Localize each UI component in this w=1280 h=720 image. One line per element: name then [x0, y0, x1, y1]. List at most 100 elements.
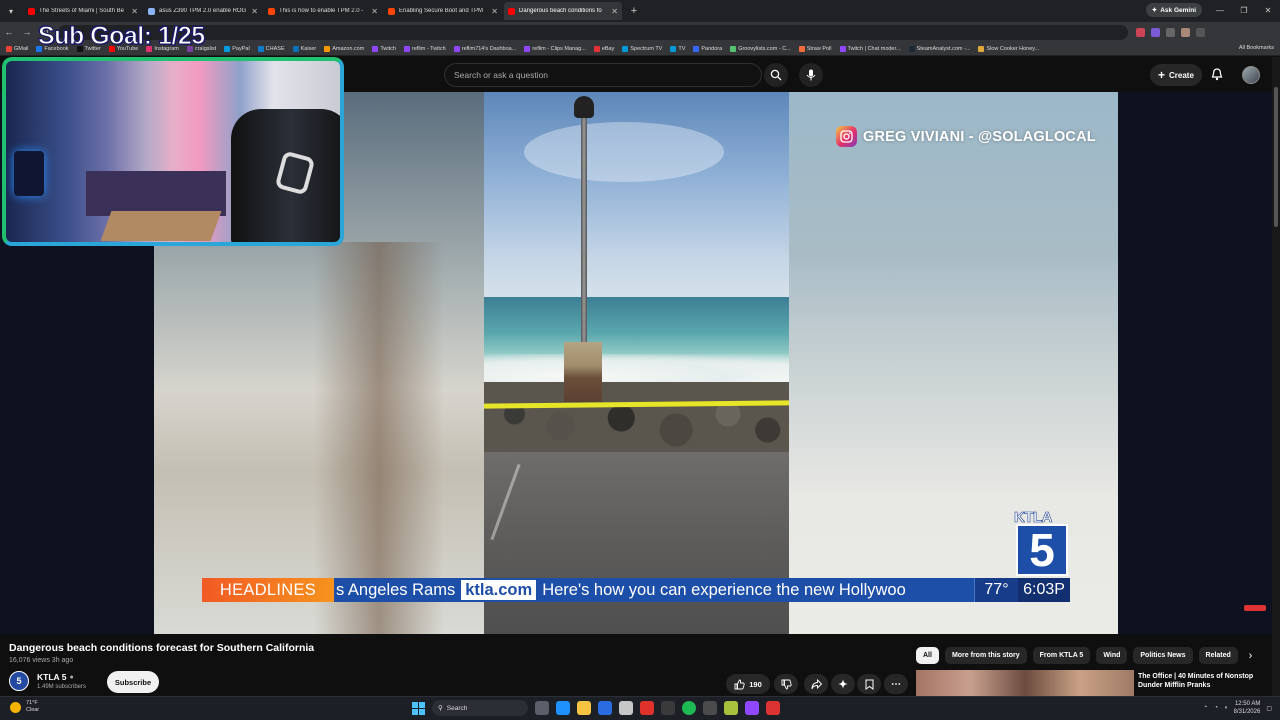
app-icon[interactable] — [703, 701, 717, 715]
taskbar-search[interactable]: ⚲ Search — [432, 700, 528, 716]
task-view-icon[interactable] — [535, 701, 549, 715]
bookmark-item[interactable]: Straw Poll — [798, 45, 832, 52]
subscribe-button[interactable]: Subscribe — [107, 671, 159, 693]
tab-close-icon[interactable]: ✕ — [491, 7, 498, 16]
app-icon[interactable] — [724, 701, 738, 715]
like-button[interactable]: 190 — [726, 674, 770, 694]
recommended-thumbnail[interactable] — [916, 670, 1134, 696]
bookmark-item[interactable]: TV — [670, 45, 685, 52]
bookmark-item[interactable]: CHASE — [257, 45, 285, 52]
share-button[interactable] — [804, 674, 828, 694]
filter-chip[interactable]: Related — [1198, 647, 1238, 664]
ask-ai-button[interactable]: ✦ — [831, 674, 855, 694]
chrome-icon[interactable] — [598, 701, 612, 715]
profile-icon[interactable] — [1181, 27, 1190, 37]
tab-close-icon[interactable]: ✕ — [251, 7, 258, 16]
recommended-title[interactable]: The Office | 40 Minutes of Nonstop Dunde… — [1138, 672, 1273, 690]
scrollbar-thumb[interactable] — [1274, 87, 1278, 227]
new-tab-button[interactable]: + — [626, 3, 642, 19]
create-button[interactable]: + Create — [1150, 64, 1202, 86]
app-icon[interactable] — [661, 701, 675, 715]
start-icon[interactable] — [412, 701, 425, 715]
channel-avatar[interactable]: 5 — [9, 671, 29, 691]
filter-chip[interactable]: Wind — [1096, 647, 1128, 664]
browser-tab[interactable]: The Streets of Miami | South Be ✕ — [24, 2, 142, 20]
dislike-button[interactable] — [774, 674, 798, 694]
tab-close-icon[interactable]: ✕ — [611, 7, 618, 16]
bookmark-item[interactable]: Slow Cooker Honey... — [978, 45, 1039, 52]
tab-close-icon[interactable]: ✕ — [131, 7, 138, 16]
wifi-icon[interactable]: ◔ — [1214, 705, 1218, 711]
bookmark-item[interactable]: Spectrum TV — [622, 45, 663, 52]
tab-search-icon[interactable]: ▾ — [0, 0, 22, 22]
bookmark-item[interactable]: eBay — [593, 45, 614, 52]
page-scrollbar[interactable] — [1272, 57, 1280, 696]
browser-tab[interactable]: Dangerous beach conditions fo ✕ — [504, 2, 622, 20]
spotify-icon[interactable] — [682, 701, 696, 715]
search-icon[interactable] — [764, 63, 788, 87]
all-bookmarks[interactable]: All Bookmarks — [1239, 45, 1274, 51]
minimize-icon[interactable]: — — [1208, 0, 1232, 22]
user-avatar[interactable] — [1242, 66, 1260, 84]
bookmark-item[interactable]: Pandora — [693, 45, 722, 52]
filter-chip[interactable]: From KTLA 5 — [1032, 647, 1091, 664]
video-center-footage — [483, 92, 790, 634]
filter-chip[interactable]: Politics News — [1133, 647, 1193, 664]
edge-icon[interactable] — [556, 701, 570, 715]
clock[interactable]: 12:50 AM 8/31/2026 — [1234, 700, 1261, 716]
close-icon[interactable]: ✕ — [1256, 0, 1280, 22]
weather-temp: 71°F — [26, 700, 38, 706]
channel-name[interactable]: KTLA 5 ● — [37, 672, 74, 682]
bookmark-label: PayPal — [232, 45, 250, 52]
bookmark-item[interactable]: GMail — [6, 45, 28, 52]
file-explorer-icon[interactable] — [577, 701, 591, 715]
bookmark-label: Spectrum TV — [630, 45, 663, 52]
bookmark-item[interactable]: Groovylists.com - C... — [730, 45, 791, 52]
ask-gemini-button[interactable]: ✦ Ask Gemini — [1145, 3, 1202, 17]
ktla-logo-number: 5 — [1016, 524, 1068, 576]
more-actions-button[interactable]: ⋯ — [884, 674, 908, 694]
app-icon[interactable] — [766, 701, 780, 715]
webcam-gaming-chair — [231, 109, 340, 242]
filter-chip[interactable]: All — [916, 647, 939, 664]
app-icon[interactable] — [640, 701, 654, 715]
back-icon[interactable]: ← — [0, 27, 18, 37]
maximize-icon[interactable]: ❐ — [1232, 0, 1256, 22]
browser-tab[interactable]: asus Z390 TPM 2.0 enable ROG ✕ — [144, 2, 262, 20]
browser-tab[interactable]: Enabling Secure Boot and TPM ✕ — [384, 2, 502, 20]
forward-icon[interactable]: → — [18, 27, 36, 37]
bookmark-item[interactable]: reflim714's Dashboa... — [453, 45, 516, 52]
mic-icon[interactable] — [799, 63, 823, 87]
browser-tab[interactable]: This is how to enable TPM 2.0 - ✕ — [264, 2, 382, 20]
thumbs-up-icon — [734, 679, 745, 689]
bookmark-item[interactable]: Amazon.com — [324, 45, 365, 52]
bookmark-item[interactable]: Kaiser — [292, 45, 316, 52]
extension-icon[interactable] — [1136, 27, 1145, 37]
bookmark-item[interactable]: PayPal — [224, 45, 250, 52]
tab-close-icon[interactable]: ✕ — [371, 7, 378, 16]
address-bar[interactable] — [58, 24, 1128, 40]
bookmark-item[interactable]: reflim - Clips Manag... — [524, 45, 586, 52]
filter-chip[interactable]: More from this story — [944, 647, 1027, 664]
volume-icon[interactable]: ◖ — [1224, 705, 1228, 711]
chevron-up-icon[interactable]: ⌃ — [1203, 705, 1208, 712]
app-icon[interactable] — [619, 701, 633, 715]
bookmark-item[interactable]: Twitch — [372, 45, 396, 52]
ktla-logo: KTLA 5 — [1014, 509, 1070, 577]
extension-icon[interactable] — [1151, 27, 1160, 37]
weather-widget[interactable]: 71°F Clear — [10, 700, 39, 714]
filter-chips: All More from this story From KTLA 5 Wind Po… — [916, 647, 1238, 664]
save-button[interactable] — [857, 674, 881, 694]
notification-icon[interactable]: ▢ — [1266, 705, 1272, 712]
bookmark-label: Amazon.com — [332, 45, 365, 52]
bookmark-item[interactable]: reflim - Twitch — [403, 45, 446, 52]
extensions-puzzle-icon[interactable] — [1166, 27, 1175, 37]
menu-icon[interactable] — [1196, 27, 1205, 37]
search-input[interactable]: Search or ask a question — [444, 63, 762, 87]
notifications-bell-icon[interactable] — [1211, 68, 1223, 86]
bookmark-favicon — [524, 45, 531, 52]
bookmark-item[interactable]: Twitch | Chat moder... — [839, 45, 901, 52]
chevron-right-icon[interactable]: › — [1242, 647, 1259, 664]
bookmark-item[interactable]: SteamAnalyst.com -... — [908, 45, 970, 52]
twitch-icon[interactable] — [745, 701, 759, 715]
